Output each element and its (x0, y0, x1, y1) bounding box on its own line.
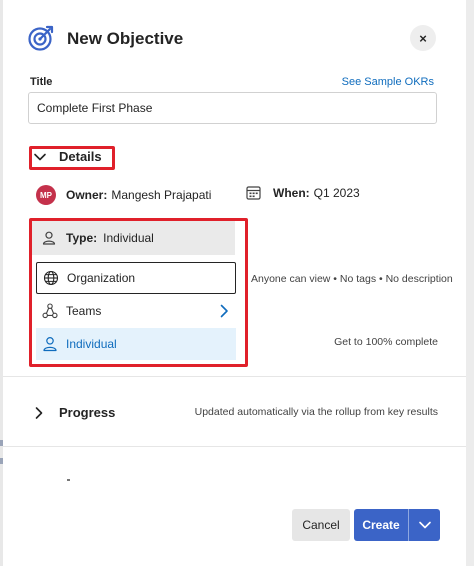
progress-toggle[interactable]: Progress (33, 405, 115, 420)
create-label: Create (362, 518, 400, 532)
stray-mark (67, 479, 70, 481)
create-options-toggle[interactable] (409, 518, 440, 532)
divider (3, 376, 466, 377)
when-value: Q1 2023 (313, 185, 360, 200)
create-button[interactable]: Create (354, 509, 440, 541)
objective-target-icon (28, 25, 54, 51)
close-icon: × (419, 30, 427, 46)
new-objective-dialog: New Objective × Title See Sample OKRs De… (3, 0, 466, 566)
when-field[interactable]: When: Q1 2023 (246, 185, 360, 200)
owner-value: Mangesh Prajapati (111, 188, 212, 202)
owner-field[interactable]: MP Owner: Mangesh Prajapati (36, 185, 211, 205)
when-label: When: (273, 185, 310, 200)
visibility-summary: Anyone can view • No tags • No descripti… (251, 273, 453, 285)
completion-summary: Get to 100% complete (334, 336, 438, 348)
title-label: Title (30, 76, 53, 88)
calendar-icon (246, 186, 261, 200)
progress-label: Progress (59, 405, 116, 420)
progress-summary: Updated automatically via the rollup fro… (194, 406, 438, 418)
highlight-box-type-menu (29, 218, 248, 367)
window-edge-right (466, 0, 474, 566)
see-sample-okrs-link[interactable]: See Sample OKRs (342, 76, 434, 88)
divider (3, 446, 466, 447)
dialog-title: New Objective (67, 29, 184, 48)
chevron-right-icon (35, 406, 43, 419)
cancel-button[interactable]: Cancel (292, 509, 350, 541)
avatar: MP (36, 185, 56, 205)
title-input[interactable] (28, 92, 437, 124)
chevron-down-icon (418, 521, 431, 529)
owner-label: Owner: (66, 188, 108, 202)
close-button[interactable]: × (410, 25, 436, 51)
highlight-box-details (29, 146, 115, 170)
